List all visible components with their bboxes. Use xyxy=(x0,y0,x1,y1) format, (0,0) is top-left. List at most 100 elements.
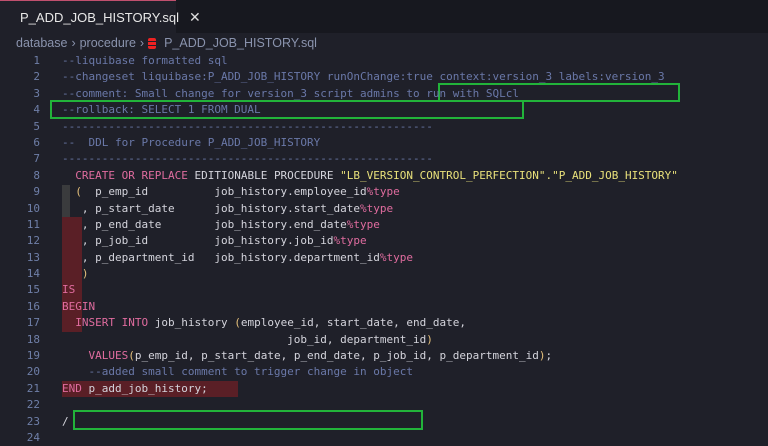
code-token: %type xyxy=(379,250,414,264)
code-token: ----------------------------------------… xyxy=(62,152,433,166)
code-line[interactable]: 21 END p_add_job_history; xyxy=(0,381,768,397)
code-token: %type xyxy=(333,234,367,248)
code-token: IS xyxy=(62,283,76,297)
code-editor[interactable]: 1 --liquibase formatted sql 2 --changeset l… xyxy=(0,53,768,446)
code-token: --added small comment to trigger change … xyxy=(62,365,413,379)
line-number: 6 xyxy=(33,135,40,149)
code-line[interactable]: 15 IS xyxy=(0,282,768,298)
code-token: %type xyxy=(366,185,400,199)
breadcrumb-procedure[interactable]: procedure xyxy=(80,36,136,50)
line-code: --rollback: SELECT 1 FROM DUAL xyxy=(62,102,261,118)
code-token: / xyxy=(62,414,69,428)
line-code: , p_job_id job_history.job_id%type xyxy=(62,233,367,249)
line-code: ----------------------------------------… xyxy=(62,119,433,135)
tab-bar: P_ADD_JOB_HISTORY.sql ✕ xyxy=(0,0,768,33)
breadcrumb-file[interactable]: P_ADD_JOB_HISTORY.sql xyxy=(164,36,317,50)
line-code: VALUES(p_emp_id, p_start_date, p_end_dat… xyxy=(62,348,553,364)
code-token: ( xyxy=(128,349,135,363)
code-token: --liquibase formatted sql xyxy=(62,54,228,67)
line-number: 11 xyxy=(26,217,40,231)
code-line[interactable]: 7 ---------------------------------------… xyxy=(0,151,768,167)
line-code: ----------------------------------------… xyxy=(62,151,433,167)
code-token: ( xyxy=(75,185,82,199)
line-code: job_id, department_id) xyxy=(62,332,433,348)
line-number: 17 xyxy=(26,316,40,330)
line-code: IS xyxy=(62,282,75,298)
line-number: 2 xyxy=(33,70,40,84)
code-line[interactable]: 1 --liquibase formatted sql xyxy=(0,53,768,69)
line-number: 13 xyxy=(26,250,40,264)
code-token: p_add_job_history; xyxy=(88,381,208,395)
code-token: ) xyxy=(426,332,433,346)
code-token: -- DDL for Procedure P_ADD_JOB_HISTORY xyxy=(62,135,321,149)
code-line[interactable]: 13 , p_department_id job_history.departm… xyxy=(0,250,768,266)
line-code: INSERT INTO job_history (employee_id, st… xyxy=(62,315,466,331)
code-line[interactable]: 12 , p_job_id job_history.job_id%type xyxy=(0,233,768,249)
code-token: ) xyxy=(81,267,89,281)
breadcrumb: database › procedure › P_ADD_JOB_HISTORY.s… xyxy=(0,33,768,53)
line-number: 16 xyxy=(26,299,40,313)
line-number: 7 xyxy=(33,152,40,166)
code-token: CREATE OR REPLACE xyxy=(75,168,195,182)
code-line[interactable]: 10 , p_start_date job_history.start_date… xyxy=(0,201,768,217)
line-number: 21 xyxy=(26,381,40,395)
code-token: --comment: Small change for version_3 sc… xyxy=(62,86,519,100)
line-number: 20 xyxy=(26,365,40,379)
code-token: BEGIN xyxy=(62,299,96,313)
code-token: --rollback: SELECT 1 FROM DUAL xyxy=(62,103,261,117)
close-icon[interactable]: ✕ xyxy=(189,9,201,26)
line-number: 3 xyxy=(33,86,40,100)
line-code: , p_department_id job_history.department… xyxy=(62,250,413,266)
code-line[interactable]: 8 CREATE OR REPLACE EDITIONABLE PROCEDUR… xyxy=(0,168,768,184)
code-line[interactable]: 14 ) xyxy=(0,266,768,282)
code-token: , p_start_date job_history.start_date xyxy=(62,201,361,215)
tab-label: P_ADD_JOB_HISTORY.sql xyxy=(20,9,179,25)
line-number: 18 xyxy=(26,332,40,346)
line-number: 8 xyxy=(33,168,40,182)
code-line[interactable]: 2 --changeset liquibase:P_ADD_JOB_HISTORY… xyxy=(0,69,768,85)
code-line[interactable]: 4 --rollback: SELECT 1 FROM DUAL xyxy=(0,102,768,118)
tab-p-add-job-history[interactable]: P_ADD_JOB_HISTORY.sql ✕ xyxy=(0,0,201,33)
line-code: --comment: Small change for version_3 sc… xyxy=(62,86,519,102)
line-number: 19 xyxy=(26,349,40,363)
code-line[interactable]: 11 , p_end_date job_history.end_date%typ… xyxy=(0,217,768,233)
code-line[interactable]: 3 --comment: Small change for version_3 s… xyxy=(0,86,768,102)
code-line[interactable]: 16 BEGIN xyxy=(0,299,768,315)
code-token: %type xyxy=(346,217,380,231)
code-line[interactable]: 9 ( p_emp_id job_history.employee_id%typ… xyxy=(0,184,768,200)
code-line[interactable]: 17 INSERT INTO job_history (employee_id,… xyxy=(0,315,768,331)
line-number: 5 xyxy=(33,119,40,133)
code-token: ( xyxy=(234,316,241,330)
code-token: %type xyxy=(360,201,394,215)
code-token: VALUES xyxy=(88,349,129,363)
code-token: --changeset liquibase:P_ADD_JOB_HISTORY … xyxy=(62,70,665,84)
line-code: ( p_emp_id job_history.employee_id%type xyxy=(62,184,400,200)
line-code: --changeset liquibase:P_ADD_JOB_HISTORY … xyxy=(62,69,665,85)
line-number: 23 xyxy=(26,414,40,428)
code-line[interactable]: 6 -- DDL for Procedure P_ADD_JOB_HISTORY xyxy=(0,135,768,151)
line-code: --liquibase formatted sql xyxy=(62,53,228,69)
code-token: p_emp_id, p_start_date, p_end_date, p_jo… xyxy=(134,349,539,363)
code-line[interactable]: 23 / xyxy=(0,414,768,430)
breadcrumb-database[interactable]: database xyxy=(16,36,67,50)
code-token: "LB_VERSION_CONTROL_PERFECTION"."P_ADD_J… xyxy=(340,168,678,182)
code-token: , p_end_date job_history.end_date xyxy=(62,217,347,231)
code-line[interactable]: 22 xyxy=(0,397,768,413)
code-line[interactable]: 20 --added small comment to trigger chan… xyxy=(0,364,768,380)
code-line[interactable]: 18 job_id, department_id) xyxy=(0,332,768,348)
line-code: , p_end_date job_history.end_date%type xyxy=(62,217,380,233)
code-line[interactable]: 19 VALUES(p_emp_id, p_start_date, p_end_… xyxy=(0,348,768,364)
line-code: / xyxy=(62,414,69,430)
code-line[interactable]: 5 ---------------------------------------… xyxy=(0,119,768,135)
line-number: 12 xyxy=(26,234,40,248)
chevron-right-icon: › xyxy=(71,36,76,50)
code-token: p_emp_id job_history.employee_id xyxy=(81,185,367,199)
line-code: , p_start_date job_history.start_date%ty… xyxy=(62,201,393,217)
code-token: EDITIONABLE PROCEDURE xyxy=(194,168,341,182)
line-code: BEGIN xyxy=(62,299,95,315)
code-token: ; xyxy=(545,349,553,363)
